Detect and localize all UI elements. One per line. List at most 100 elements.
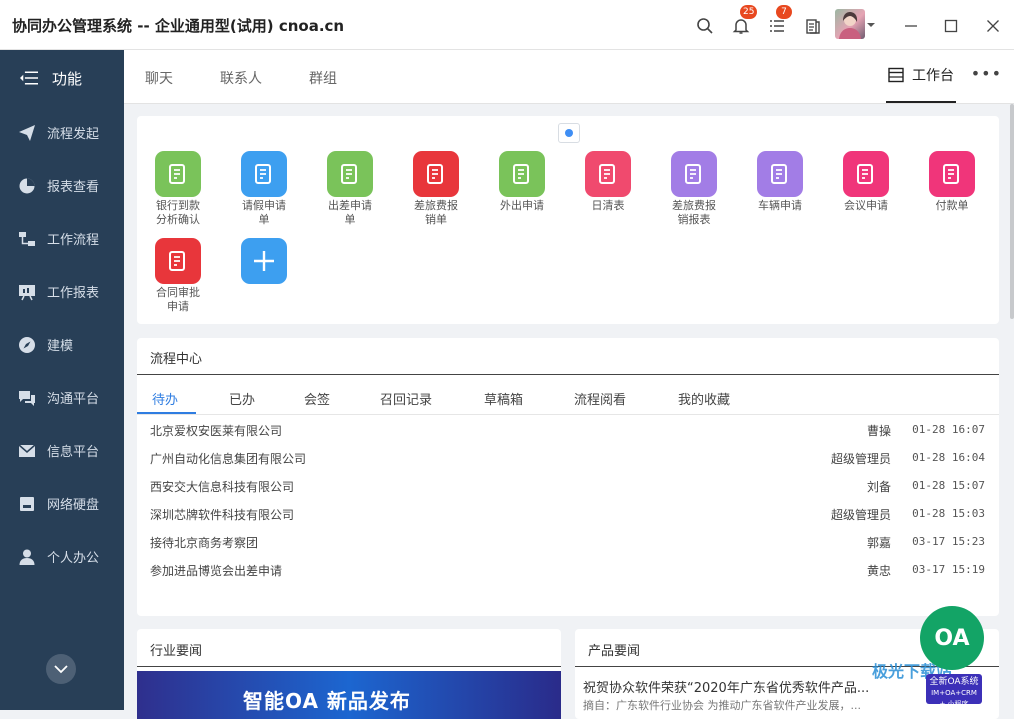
pie-chart-icon <box>18 177 36 195</box>
row-title: 西安交大信息科技有限公司 <box>150 480 295 494</box>
table-row[interactable]: 西安交大信息科技有限公司 刘备 01-28 15:07 <box>150 472 985 500</box>
sidebar-item-reports-view[interactable]: 报表查看 <box>0 159 124 212</box>
app-travel-expense-report[interactable]: 差旅费报 销报表 <box>659 151 729 227</box>
app-payment[interactable]: 付款单 <box>917 151 987 213</box>
app-label: 差旅费报 销单 <box>401 199 471 227</box>
app-grid-panel: 银行到款 分析确认 请假申请单出差申请单差旅费报 销单 外出申请 日清表 差旅费报 销报表 车辆… <box>137 116 999 324</box>
app-label-line: 单 <box>344 213 356 226</box>
app-label: 请假申请单 <box>229 199 299 227</box>
sidebar-item-label: 信息平台 <box>47 445 100 460</box>
table-row[interactable]: 接待北京商务考察团 郭嘉 03-17 15:23 <box>150 528 985 556</box>
tab-pending[interactable]: 待办 <box>152 389 178 408</box>
bell-icon[interactable]: 25 <box>731 5 758 36</box>
app-label-line: 出差申请 <box>328 199 372 212</box>
disk-icon <box>18 495 36 513</box>
app-icon <box>585 151 631 197</box>
app-meeting-request[interactable]: 会议申请 <box>831 151 901 213</box>
row-time: 01-28 15:03 <box>912 507 985 520</box>
table-row[interactable]: 参加进品博览会出差申请 黄忠 03-17 15:19 <box>150 556 985 584</box>
row-title: 广州自动化信息集团有限公司 <box>150 452 307 466</box>
tab-recall-records[interactable]: 召回记录 <box>380 389 432 408</box>
document-icon[interactable] <box>803 16 823 36</box>
workflow-icon <box>18 230 36 248</box>
collapse-button[interactable] <box>46 654 76 684</box>
app-icon <box>671 151 717 197</box>
promo-line: 全新OA系统 <box>929 677 979 687</box>
sidebar-item-personal[interactable]: 个人办公 <box>0 530 124 583</box>
close-icon[interactable] <box>983 16 1003 36</box>
row-time: 03-17 15:23 <box>912 535 985 548</box>
promo-line: + 小程序 <box>939 700 969 708</box>
task-list-icon[interactable]: 7 <box>767 5 792 36</box>
tab-favorites[interactable]: 我的收藏 <box>678 389 730 408</box>
news-summary: 摘自：广东软件行业协会 为推动广东省软件产业发展，... <box>583 699 861 712</box>
tab-contacts[interactable]: 联系人 <box>220 68 262 88</box>
sidebar-item-information[interactable]: 信息平台 <box>0 424 124 477</box>
sidebar-item-network-disk[interactable]: 网络硬盘 <box>0 477 124 530</box>
sidebar-header[interactable]: 功能 <box>0 50 124 106</box>
app-contract-approval[interactable]: 合同审批 申请 <box>143 238 213 314</box>
app-label: 银行到款 分析确认 <box>143 199 213 227</box>
oa-float-button[interactable]: OA <box>920 606 984 670</box>
compass-icon <box>18 336 36 354</box>
sidebar-item-work-reports[interactable]: 工作报表 <box>0 265 124 318</box>
row-user: 超级管理员 <box>830 508 891 522</box>
app-outing-request[interactable]: 外出申请 <box>487 151 557 213</box>
tab-workbench[interactable]: 工作台 <box>886 65 956 103</box>
maximize-icon[interactable] <box>941 16 961 36</box>
tab-countersign[interactable]: 会签 <box>304 389 330 408</box>
news-banner[interactable]: 智能OA 新品发布 <box>137 671 561 719</box>
industry-news-title: 行业要闻 <box>150 644 203 659</box>
app-travel-expense[interactable]: 差旅费报 销单 <box>401 151 471 227</box>
mail-icon <box>18 442 36 460</box>
app-label-line: 合同审批 <box>156 286 200 299</box>
divider <box>137 374 999 375</box>
app-bank-receipt[interactable]: 银行到款 分析确认 <box>143 151 213 227</box>
product-news-title: 产品要闻 <box>588 644 641 659</box>
tab-groups[interactable]: 群组 <box>309 68 337 88</box>
oa-promo-badge[interactable]: 全新OA系统 IM+OA+CRM + 小程序 <box>926 674 982 708</box>
process-center-panel: 流程中心 待办 已办 会签 召回记录 草稿箱 流程阅看 我的收藏 北京爱权安医莱… <box>137 338 999 616</box>
sidebar-item-launch[interactable]: 流程发起 <box>0 106 124 159</box>
app-icon <box>757 151 803 197</box>
avatar[interactable] <box>835 9 865 39</box>
tab-drafts[interactable]: 草稿箱 <box>484 389 523 408</box>
table-row[interactable]: 深圳芯牌软件科技有限公司 超级管理员 01-28 15:03 <box>150 500 985 528</box>
app-icon <box>499 151 545 197</box>
news-headline[interactable]: 祝贺协众软件荣获“2020年广东省优秀软件产品... <box>583 677 869 696</box>
industry-news-panel: 行业要闻 智能OA 新品发布 <box>137 629 561 719</box>
app-icon <box>413 151 459 197</box>
page-indicator[interactable] <box>558 123 580 143</box>
app-business-trip[interactable]: 出差申请单 <box>315 151 385 227</box>
search-icon[interactable] <box>695 16 715 36</box>
sidebar-item-label: 报表查看 <box>47 180 100 195</box>
tab-process-read[interactable]: 流程阅看 <box>574 389 626 408</box>
sidebar-item-label: 沟通平台 <box>47 392 100 407</box>
row-time: 01-28 16:07 <box>912 423 985 436</box>
board-icon <box>18 283 36 301</box>
more-menu-button[interactable]: ••• <box>971 64 1002 83</box>
divider <box>137 414 999 415</box>
app-leave-request[interactable]: 请假申请单 <box>229 151 299 227</box>
table-row[interactable]: 广州自动化信息集团有限公司 超级管理员 01-28 16:04 <box>150 444 985 472</box>
tab-chat[interactable]: 聊天 <box>145 68 173 88</box>
scrollbar[interactable] <box>1010 104 1014 319</box>
paper-plane-icon <box>18 124 36 142</box>
sidebar-item-communication[interactable]: 沟通平台 <box>0 371 124 424</box>
app-label-line: 差旅费报 <box>414 199 458 212</box>
tab-workbench-label: 工作台 <box>912 68 954 84</box>
sidebar: 功能 流程发起 报表查看 工作流程 工作报表 建模 沟通平台 信息平台 网络硬盘… <box>0 50 124 710</box>
app-daily-sheet[interactable]: 日清表 <box>573 151 643 213</box>
sidebar-item-modeling[interactable]: 建模 <box>0 318 124 371</box>
row-time: 01-28 16:04 <box>912 451 985 464</box>
row-time: 03-17 15:19 <box>912 563 985 576</box>
tab-done[interactable]: 已办 <box>229 389 255 408</box>
minimize-icon[interactable] <box>901 16 921 36</box>
add-app-button[interactable] <box>229 238 299 284</box>
sidebar-item-workflow[interactable]: 工作流程 <box>0 212 124 265</box>
table-row[interactable]: 北京爱权安医莱有限公司 曹操 01-28 16:07 <box>150 416 985 444</box>
chevron-down-icon[interactable] <box>866 15 876 35</box>
app-label: 付款单 <box>917 199 987 213</box>
app-vehicle-request[interactable]: 车辆申请 <box>745 151 815 213</box>
chevron-down-icon <box>54 664 68 673</box>
